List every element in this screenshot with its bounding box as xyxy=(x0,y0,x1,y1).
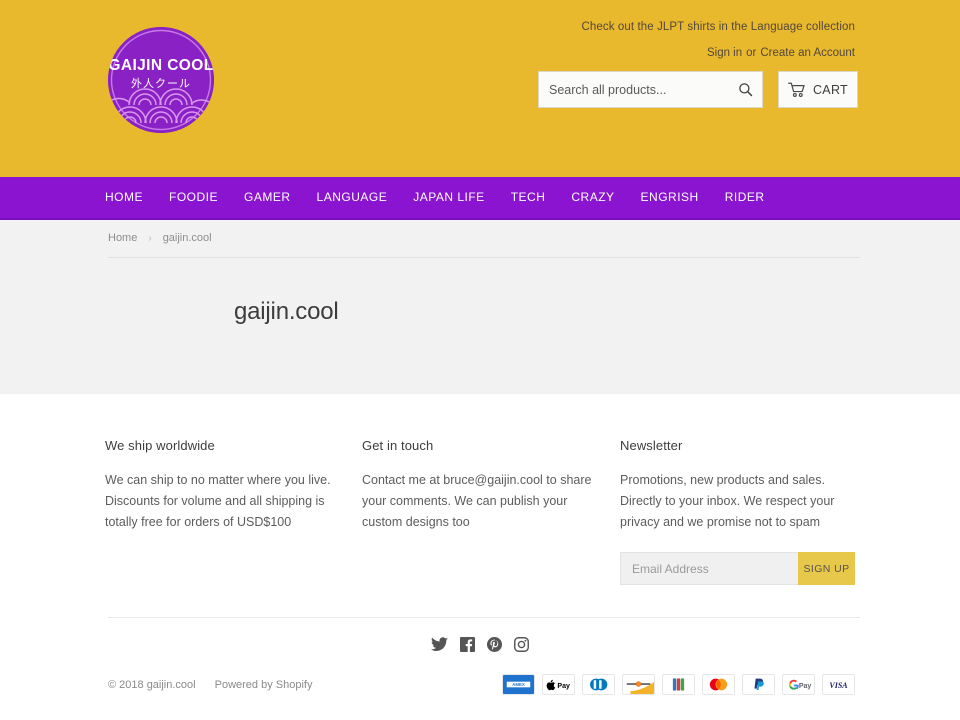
search-submit-button[interactable] xyxy=(728,72,762,107)
page-title: gaijin.cool xyxy=(234,298,339,325)
payment-methods: AMEX Pay Pay VISA xyxy=(502,674,855,695)
payment-icon-google-pay: Pay xyxy=(782,674,815,695)
payment-icon-amex: AMEX xyxy=(502,674,535,695)
newsletter-email-input[interactable] xyxy=(620,552,798,585)
svg-text:Pay: Pay xyxy=(799,683,812,690)
payment-icon-paypal xyxy=(742,674,775,695)
footer-columns: We ship worldwide We can ship to no matt… xyxy=(105,394,855,585)
svg-text:AMEX: AMEX xyxy=(512,682,525,687)
search-icon xyxy=(738,83,752,97)
logo-artwork: GAIJIN COOL 外人クール xyxy=(108,27,214,133)
breadcrumb-divider xyxy=(108,257,860,258)
discover-icon xyxy=(623,675,654,694)
apple-pay-icon: Pay xyxy=(543,675,574,694)
breadcrumb-home-link[interactable]: Home xyxy=(108,232,137,244)
main-navigation: HOME FOODIE GAMER LANGUAGE JAPAN LIFE TE… xyxy=(0,177,960,220)
powered-by-shopify-link[interactable]: Powered by Shopify xyxy=(215,679,313,691)
social-links xyxy=(105,618,855,652)
payment-icon-diners-club xyxy=(582,674,615,695)
copyright-text: © 2018 gaijin.cool xyxy=(108,678,196,691)
create-account-link[interactable]: Create an Account xyxy=(760,47,855,59)
footer-contact-body: Contact me at bruce@gaijin.cool to share… xyxy=(362,473,592,529)
account-links-separator: or xyxy=(746,47,757,59)
nav-item-tech[interactable]: TECH xyxy=(498,177,559,218)
footer-column-newsletter: Newsletter Promotions, new products and … xyxy=(620,438,855,585)
payment-icon-jcb xyxy=(662,674,695,695)
logo-circle: GAIJIN COOL 外人クール xyxy=(108,27,214,133)
account-links: Sign in or Create an Account xyxy=(707,47,855,59)
promo-banner-text: Check out the JLPT shirts in the Languag… xyxy=(581,21,855,33)
site-logo[interactable]: GAIJIN COOL 外人クール xyxy=(108,27,214,133)
site-header: GAIJIN COOL 外人クール Check out the JLPT shi… xyxy=(0,0,960,177)
footer-shipping-body: We can ship to no matter where you live.… xyxy=(105,473,331,529)
visa-icon: VISA xyxy=(823,675,854,694)
footer-divider xyxy=(108,617,860,618)
instagram-icon[interactable] xyxy=(514,637,529,652)
cart-button[interactable]: CART xyxy=(778,71,858,108)
footer-column-shipping: We ship worldwide We can ship to no matt… xyxy=(105,438,362,585)
newsletter-signup-button[interactable]: SIGN UP xyxy=(798,552,855,585)
jcb-icon xyxy=(663,675,694,694)
svg-text:GAIJIN COOL: GAIJIN COOL xyxy=(108,57,213,74)
breadcrumb: Home › gaijin.cool xyxy=(108,232,212,244)
breadcrumb-separator: › xyxy=(148,232,152,244)
footer-newsletter-title: Newsletter xyxy=(620,438,683,453)
footer-shipping-title: We ship worldwide xyxy=(105,438,215,453)
shopping-cart-icon xyxy=(788,82,805,97)
amex-icon: AMEX xyxy=(503,675,534,694)
paypal-icon xyxy=(743,675,774,694)
twitter-icon[interactable] xyxy=(431,637,448,652)
mastercard-icon xyxy=(703,675,734,694)
nav-item-japan-life[interactable]: JAPAN LIFE xyxy=(400,177,497,218)
payment-icon-visa: VISA xyxy=(822,674,855,695)
svg-text:Pay: Pay xyxy=(557,683,570,690)
svg-text:外人クール: 外人クール xyxy=(131,77,191,90)
footer-bottom-row: © 2018 gaijin.cool Powered by Shopify AM… xyxy=(105,652,855,695)
footer-column-contact: Get in touch Contact me at bruce@gaijin.… xyxy=(362,438,620,585)
payment-icon-apple-pay: Pay xyxy=(542,674,575,695)
cart-button-label: CART xyxy=(812,82,848,97)
diners-club-icon xyxy=(583,675,614,694)
footer-newsletter-body: Promotions, new products and sales. Dire… xyxy=(620,473,835,529)
nav-item-foodie[interactable]: FOODIE xyxy=(156,177,231,218)
pinterest-icon[interactable] xyxy=(487,637,502,652)
nav-item-crazy[interactable]: CRAZY xyxy=(558,177,627,218)
main-content: Home › gaijin.cool gaijin.cool xyxy=(0,220,960,394)
payment-icon-discover xyxy=(622,674,655,695)
newsletter-form: SIGN UP xyxy=(620,552,855,585)
sign-in-link[interactable]: Sign in xyxy=(707,47,742,59)
nav-item-gamer[interactable]: GAMER xyxy=(231,177,304,218)
nav-item-language[interactable]: LANGUAGE xyxy=(304,177,401,218)
facebook-icon[interactable] xyxy=(460,637,475,652)
site-footer: We ship worldwide We can ship to no matt… xyxy=(0,394,960,695)
nav-item-home[interactable]: HOME xyxy=(105,177,156,218)
svg-text:VISA: VISA xyxy=(829,681,847,690)
copyright-area: © 2018 gaijin.cool Powered by Shopify xyxy=(108,679,312,691)
storefront-page: GAIJIN COOL 外人クール Check out the JLPT shi… xyxy=(0,0,960,720)
google-pay-icon: Pay xyxy=(783,675,814,694)
breadcrumb-current: gaijin.cool xyxy=(162,232,212,244)
search-input[interactable] xyxy=(539,82,728,97)
nav-item-rider[interactable]: RIDER xyxy=(712,177,778,218)
footer-contact-title: Get in touch xyxy=(362,438,434,453)
search-bar xyxy=(538,71,763,108)
payment-icon-mastercard xyxy=(702,674,735,695)
nav-item-engrish[interactable]: ENGRISH xyxy=(628,177,712,218)
